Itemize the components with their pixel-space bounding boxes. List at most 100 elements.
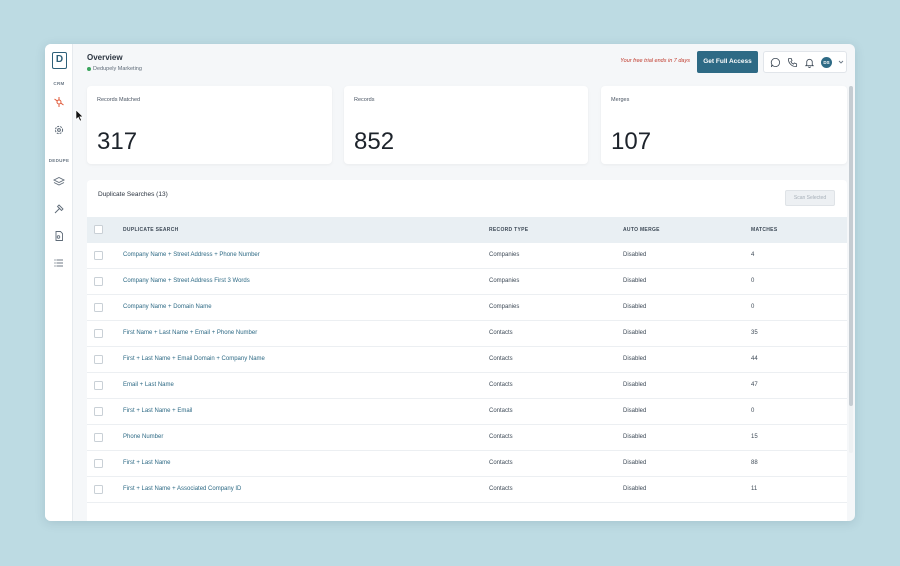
- layers-icon[interactable]: [53, 176, 65, 188]
- auto-merge-cell: Disabled: [623, 408, 647, 414]
- search-name-link[interactable]: Phone Number: [123, 434, 163, 440]
- row-checkbox[interactable]: [94, 355, 103, 364]
- trial-notice[interactable]: Your free trial ends in 7 days: [620, 58, 690, 64]
- row-checkbox[interactable]: [94, 329, 103, 338]
- notification-bell-icon[interactable]: [804, 57, 815, 68]
- app-window: D CRM DEDUPE Overview Dedupely Marketing…: [45, 44, 855, 521]
- table-row[interactable]: First + Last Name + Email Contacts Disab…: [87, 399, 847, 425]
- matches-cell: 11: [751, 486, 758, 492]
- stat-card-records-matched: Records Matched 317: [87, 86, 332, 164]
- panel-title: Duplicate Searches (13): [98, 191, 168, 198]
- record-type-cell: Companies: [489, 252, 520, 258]
- top-icon-group: DS: [763, 51, 847, 73]
- column-header-matches[interactable]: MATCHES: [751, 227, 777, 233]
- table-header: DUPLICATE SEARCH RECORD TYPE AUTO MERGE …: [87, 217, 847, 243]
- auto-merge-cell: Disabled: [623, 434, 647, 440]
- row-checkbox[interactable]: [94, 381, 103, 390]
- chevron-down-icon[interactable]: [838, 59, 844, 65]
- search-name-link[interactable]: First + Last Name: [123, 460, 171, 466]
- matches-cell: 35: [751, 330, 758, 336]
- search-name-link[interactable]: First Name + Last Name + Email + Phone N…: [123, 330, 257, 336]
- mouse-cursor-icon: [75, 109, 84, 122]
- search-name-link[interactable]: First + Last Name + Associated Company I…: [123, 486, 241, 492]
- row-checkbox[interactable]: [94, 303, 103, 312]
- auto-merge-cell: Disabled: [623, 382, 647, 388]
- workspace-name: Dedupely Marketing: [93, 66, 142, 72]
- top-bar: Overview Dedupely Marketing Your free tr…: [73, 44, 855, 80]
- column-header-search[interactable]: DUPLICATE SEARCH: [123, 227, 179, 233]
- column-header-auto-merge[interactable]: AUTO MERGE: [623, 227, 660, 233]
- settings-gear-icon[interactable]: [53, 124, 65, 136]
- record-type-cell: Contacts: [489, 408, 513, 414]
- search-name-link[interactable]: First + Last Name + Email Domain + Compa…: [123, 356, 265, 362]
- auto-merge-cell: Disabled: [623, 330, 647, 336]
- table-row[interactable]: Company Name + Domain Name Companies Dis…: [87, 295, 847, 321]
- table-row[interactable]: First Name + Last Name + Email + Phone N…: [87, 321, 847, 347]
- record-type-cell: Companies: [489, 304, 520, 310]
- record-type-cell: Contacts: [489, 486, 513, 492]
- table-row[interactable]: First + Last Name + Associated Company I…: [87, 477, 847, 503]
- select-all-checkbox[interactable]: [94, 225, 103, 234]
- vertical-scrollbar[interactable]: [849, 86, 853, 453]
- matches-cell: 0: [751, 304, 755, 310]
- phone-icon[interactable]: [787, 57, 798, 68]
- row-checkbox[interactable]: [94, 485, 103, 494]
- get-full-access-button[interactable]: Get Full Access: [697, 51, 758, 73]
- table-row[interactable]: Company Name + Street Address First 3 Wo…: [87, 269, 847, 295]
- stat-label: Records: [354, 97, 375, 103]
- table-row[interactable]: Phone Number Contacts Disabled 15: [87, 425, 847, 451]
- stat-card-records: Records 852: [344, 86, 588, 164]
- user-avatar[interactable]: DS: [821, 57, 832, 68]
- stat-value: 107: [611, 128, 652, 155]
- table-row[interactable]: Email + Last Name Contacts Disabled 47: [87, 373, 847, 399]
- auto-merge-cell: Disabled: [623, 460, 647, 466]
- matches-cell: 4: [751, 252, 755, 258]
- row-checkbox[interactable]: [94, 407, 103, 416]
- search-name-link[interactable]: Email + Last Name: [123, 382, 174, 388]
- merge-tool-icon[interactable]: [53, 203, 65, 215]
- crm-connect-icon[interactable]: [53, 96, 65, 108]
- stat-value: 317: [97, 128, 138, 155]
- search-name-link[interactable]: Company Name + Street Address First 3 Wo…: [123, 278, 250, 284]
- table-row[interactable]: First + Last Name + Email Domain + Compa…: [87, 347, 847, 373]
- table-row[interactable]: First + Last Name Contacts Disabled 88: [87, 451, 847, 477]
- stat-label: Merges: [611, 97, 630, 103]
- duplicate-searches-panel: Duplicate Searches (13) Scan Selected DU…: [87, 180, 847, 521]
- row-checkbox[interactable]: [94, 433, 103, 442]
- record-type-cell: Contacts: [489, 434, 513, 440]
- scan-selected-button[interactable]: Scan Selected: [785, 190, 835, 206]
- matches-cell: 0: [751, 408, 755, 414]
- row-checkbox[interactable]: [94, 277, 103, 286]
- record-type-cell: Contacts: [489, 382, 513, 388]
- scrollbar-thumb[interactable]: [849, 86, 853, 406]
- matches-cell: 0: [751, 278, 755, 284]
- status-dot-icon: [87, 66, 91, 71]
- file-search-icon[interactable]: [53, 230, 65, 242]
- sidebar-section-dedupe: DEDUPE: [48, 158, 70, 163]
- auto-merge-cell: Disabled: [623, 304, 647, 310]
- column-header-record-type[interactable]: RECORD TYPE: [489, 227, 528, 233]
- auto-merge-cell: Disabled: [623, 486, 647, 492]
- workspace-subtitle: Dedupely Marketing: [87, 66, 142, 72]
- stat-card-merges: Merges 107: [601, 86, 847, 164]
- list-icon[interactable]: [53, 257, 65, 269]
- record-type-cell: Contacts: [489, 330, 513, 336]
- table-row[interactable]: Company Name + Street Address + Phone Nu…: [87, 243, 847, 269]
- app-logo[interactable]: D: [52, 52, 67, 69]
- matches-cell: 88: [751, 460, 758, 466]
- auto-merge-cell: Disabled: [623, 278, 647, 284]
- chat-icon[interactable]: [770, 57, 781, 68]
- search-name-link[interactable]: Company Name + Domain Name: [123, 304, 212, 310]
- stat-label: Records Matched: [97, 97, 141, 103]
- auto-merge-cell: Disabled: [623, 356, 647, 362]
- record-type-cell: Companies: [489, 278, 520, 284]
- record-type-cell: Contacts: [489, 460, 513, 466]
- search-name-link[interactable]: Company Name + Street Address + Phone Nu…: [123, 252, 260, 258]
- matches-cell: 15: [751, 434, 758, 440]
- search-name-link[interactable]: First + Last Name + Email: [123, 408, 192, 414]
- matches-cell: 44: [751, 356, 758, 362]
- row-checkbox[interactable]: [94, 251, 103, 260]
- row-checkbox[interactable]: [94, 459, 103, 468]
- auto-merge-cell: Disabled: [623, 252, 647, 258]
- page-title: Overview: [87, 53, 123, 62]
